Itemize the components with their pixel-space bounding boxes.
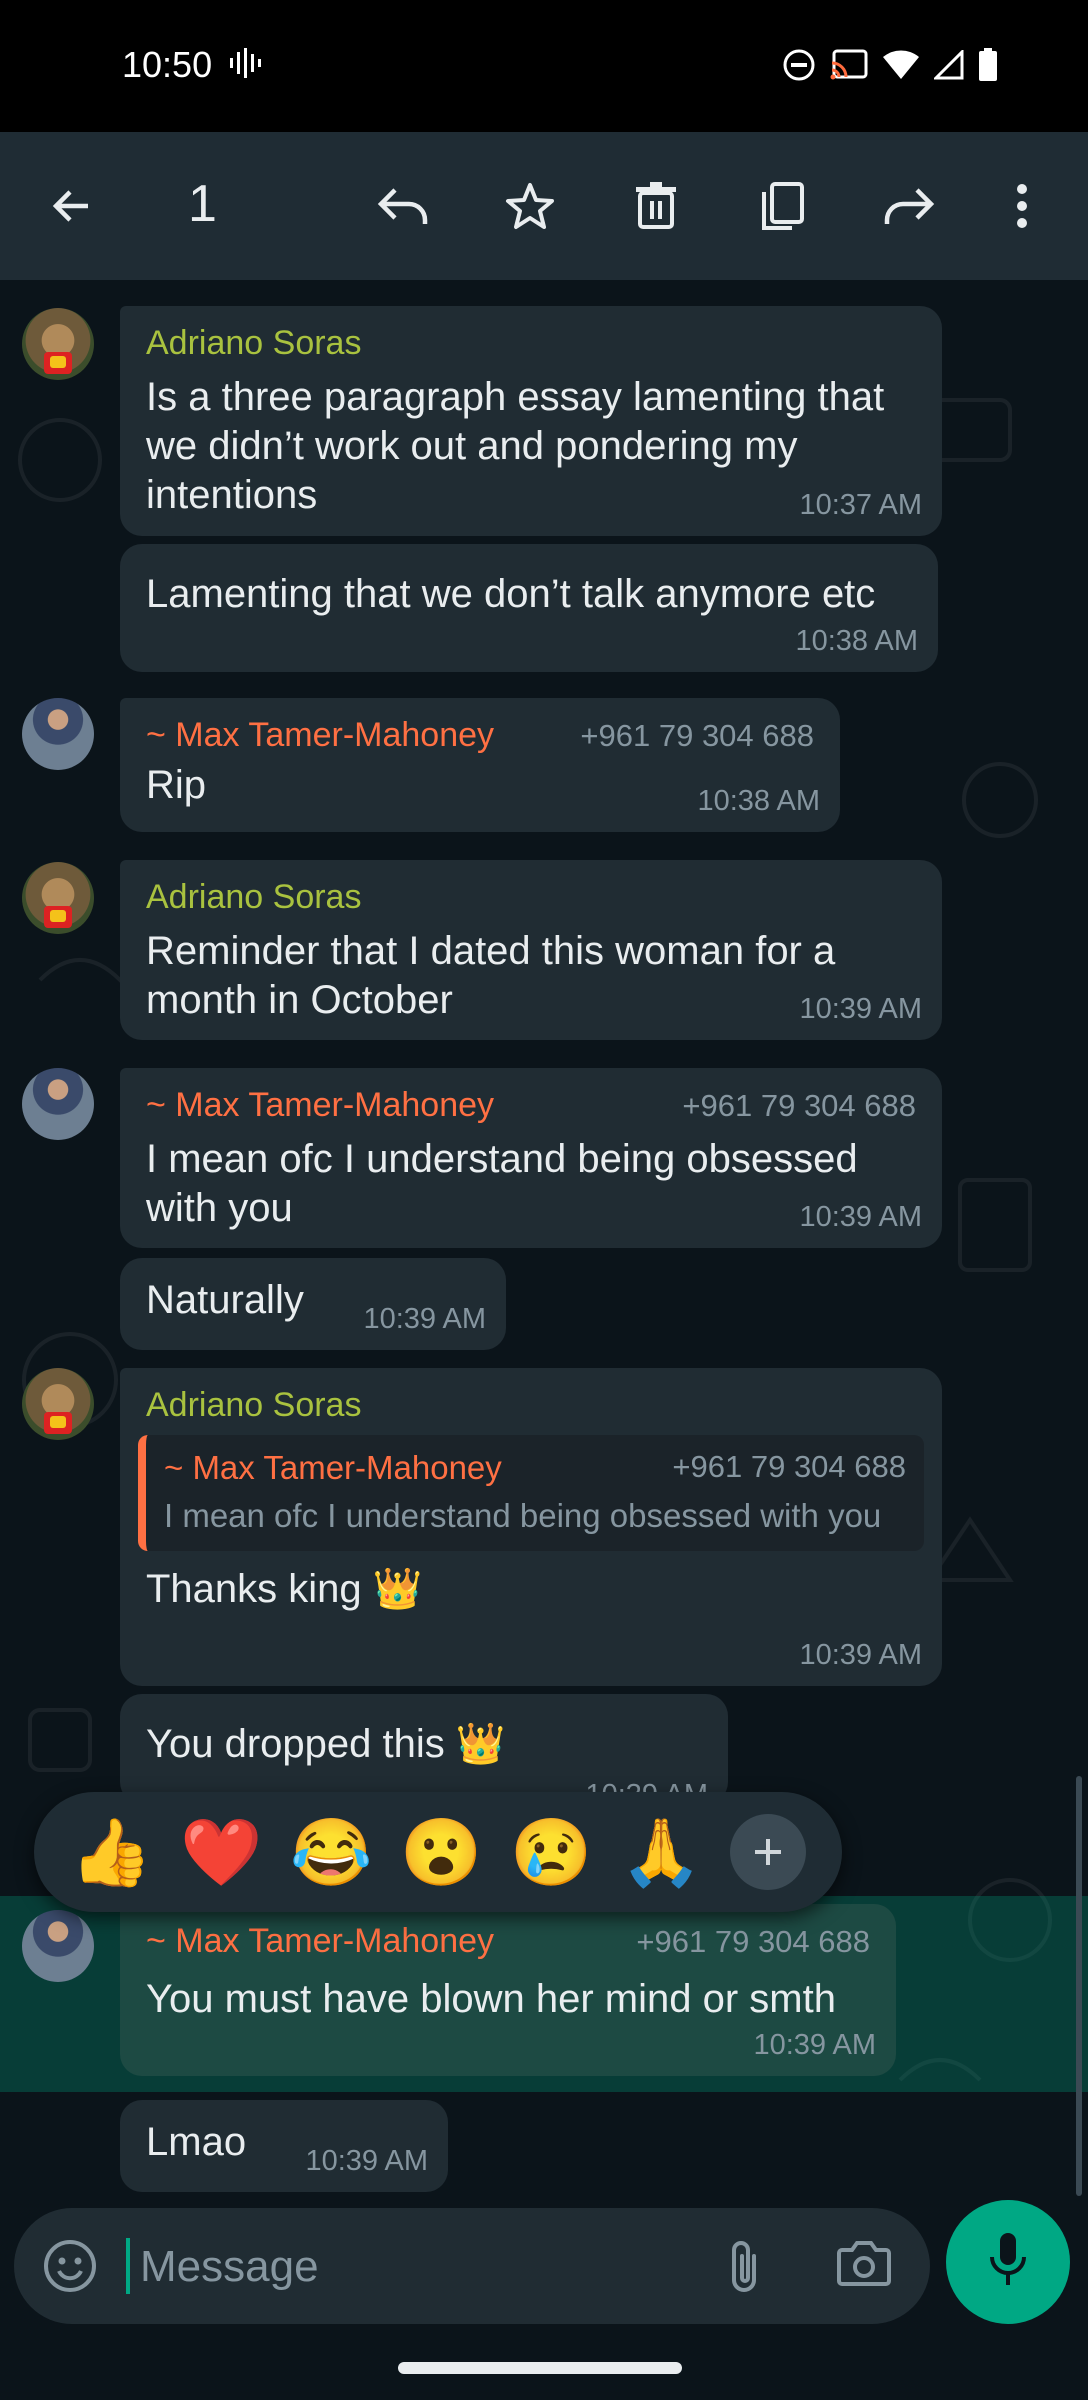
message-time: 10:39 AM (363, 1303, 486, 1335)
message-composer (0, 2200, 1088, 2336)
message-bubble[interactable]: Adriano Soras Is a three paragraph essay… (120, 306, 942, 536)
reaction-laugh[interactable]: 😂 (290, 1819, 372, 1885)
home-gesture-handle[interactable] (398, 2362, 682, 2374)
message-sender-row: ~ Max Tamer-Mahoney +961 79 304 688 (146, 716, 814, 755)
message-time: 10:37 AM (799, 489, 922, 521)
quoted-sender-phone: +961 79 304 688 (672, 1449, 906, 1484)
camera-icon[interactable] (836, 2238, 892, 2293)
message-time: 10:38 AM (697, 785, 820, 817)
forward-icon[interactable] (872, 170, 944, 242)
avatar[interactable] (22, 1068, 94, 1140)
battery-icon (978, 48, 998, 87)
avatar[interactable] (22, 698, 94, 770)
back-arrow-icon[interactable] (36, 170, 108, 242)
quoted-text: I mean ofc I understand being obsessed w… (164, 1497, 882, 1534)
sender-phone: +961 79 304 688 (636, 1924, 870, 1959)
message-sender[interactable]: ~ Max Tamer-Mahoney (146, 1086, 494, 1125)
quoted-message[interactable]: ~ Max Tamer-Mahoney +961 79 304 688 I me… (138, 1435, 924, 1551)
star-icon[interactable] (494, 170, 566, 242)
message-bubble[interactable]: You dropped this 👑 10:39 AM (120, 1694, 728, 1811)
mic-button[interactable] (946, 2200, 1070, 2324)
message-input[interactable] (138, 2230, 702, 2304)
message-time: 10:38 AM (795, 625, 918, 657)
reaction-pray[interactable]: 🙏 (620, 1819, 702, 1885)
status-bar: 10:50 (0, 0, 1088, 132)
avatar[interactable] (22, 862, 94, 934)
message-sender-row: ~ Max Tamer-Mahoney +961 79 304 688 (146, 1922, 870, 1961)
message-time: 10:39 AM (753, 2029, 876, 2061)
quoted-sender: ~ Max Tamer-Mahoney (164, 1449, 502, 1486)
message-bubble[interactable]: Naturally 10:39 AM (120, 1258, 506, 1350)
message-time: 10:39 AM (799, 993, 922, 1025)
signal-icon (932, 48, 964, 85)
message-bubble[interactable]: Adriano Soras Reminder that I dated this… (120, 860, 942, 1040)
message-bubble[interactable]: ~ Max Tamer-Mahoney +961 79 304 688 I me… (120, 1068, 942, 1248)
scrollbar[interactable] (1076, 1776, 1082, 2196)
delete-icon[interactable] (620, 170, 692, 242)
sender-phone: +961 79 304 688 (580, 718, 814, 753)
message-sender[interactable]: Adriano Soras (146, 878, 916, 917)
message-bubble[interactable]: Lmao 10:39 AM (120, 2100, 448, 2192)
mic-icon (986, 2231, 1030, 2294)
message-bubble[interactable]: Lamenting that we don’t talk anymore etc… (120, 544, 938, 672)
reply-icon[interactable] (368, 170, 440, 242)
status-time: 10:50 (122, 44, 213, 85)
text-cursor (126, 2238, 130, 2294)
message-bubble[interactable]: ~ Max Tamer-Mahoney +961 79 304 688 Rip … (120, 698, 840, 832)
wifi-icon (882, 50, 920, 85)
avatar[interactable] (22, 308, 94, 380)
message-time: 10:39 AM (305, 2145, 428, 2177)
message-sender-row: ~ Max Tamer-Mahoney +961 79 304 688 (146, 1086, 916, 1125)
voice-activity-icon (228, 48, 262, 83)
plus-icon[interactable] (730, 1814, 806, 1890)
message-input-container[interactable] (14, 2208, 930, 2324)
reaction-sad[interactable]: 😢 (510, 1819, 592, 1885)
avatar[interactable] (22, 1910, 94, 1982)
reaction-picker: 👍 ❤️ 😂 😮 😢 🙏 (34, 1792, 842, 1912)
emoji-icon[interactable] (42, 2238, 98, 2299)
message-text: Thanks king 👑 (146, 1567, 423, 1611)
selected-count: 1 (188, 175, 217, 233)
selection-action-bar: 1 (0, 132, 1088, 280)
message-text: You must have blown her mind or smth (146, 1977, 836, 2021)
more-vert-icon[interactable] (986, 170, 1058, 242)
message-sender[interactable]: ~ Max Tamer-Mahoney (146, 716, 494, 755)
reaction-thumbs-up[interactable]: 👍 (70, 1819, 152, 1885)
sender-phone: +961 79 304 688 (682, 1088, 916, 1123)
navigation-bar (0, 2336, 1088, 2400)
message-bubble[interactable]: Adriano Soras ~ Max Tamer-Mahoney +961 7… (120, 1368, 942, 1686)
message-time: 10:39 AM (799, 1201, 922, 1233)
reaction-heart[interactable]: ❤️ (180, 1819, 262, 1885)
message-sender[interactable]: Adriano Soras (146, 1386, 916, 1425)
copy-icon[interactable] (746, 170, 818, 242)
cast-icon (830, 49, 868, 86)
quoted-sender-row: ~ Max Tamer-Mahoney +961 79 304 688 (164, 1449, 906, 1487)
reaction-surprised[interactable]: 😮 (400, 1819, 482, 1885)
chat-area[interactable]: Adriano Soras Is a three paragraph essay… (0, 280, 1088, 2200)
message-time: 10:39 AM (799, 1639, 922, 1671)
do-not-disturb-icon (782, 48, 816, 87)
attach-icon[interactable] (724, 2236, 764, 2301)
selected-message-bubble[interactable]: ~ Max Tamer-Mahoney +961 79 304 688 You … (120, 1904, 896, 2076)
avatar[interactable] (22, 1368, 94, 1440)
message-text: You dropped this 👑 (146, 1722, 506, 1766)
message-sender[interactable]: Adriano Soras (146, 324, 916, 363)
message-text: Lamenting that we don’t talk anymore etc (146, 572, 876, 616)
message-sender[interactable]: ~ Max Tamer-Mahoney (146, 1922, 494, 1961)
